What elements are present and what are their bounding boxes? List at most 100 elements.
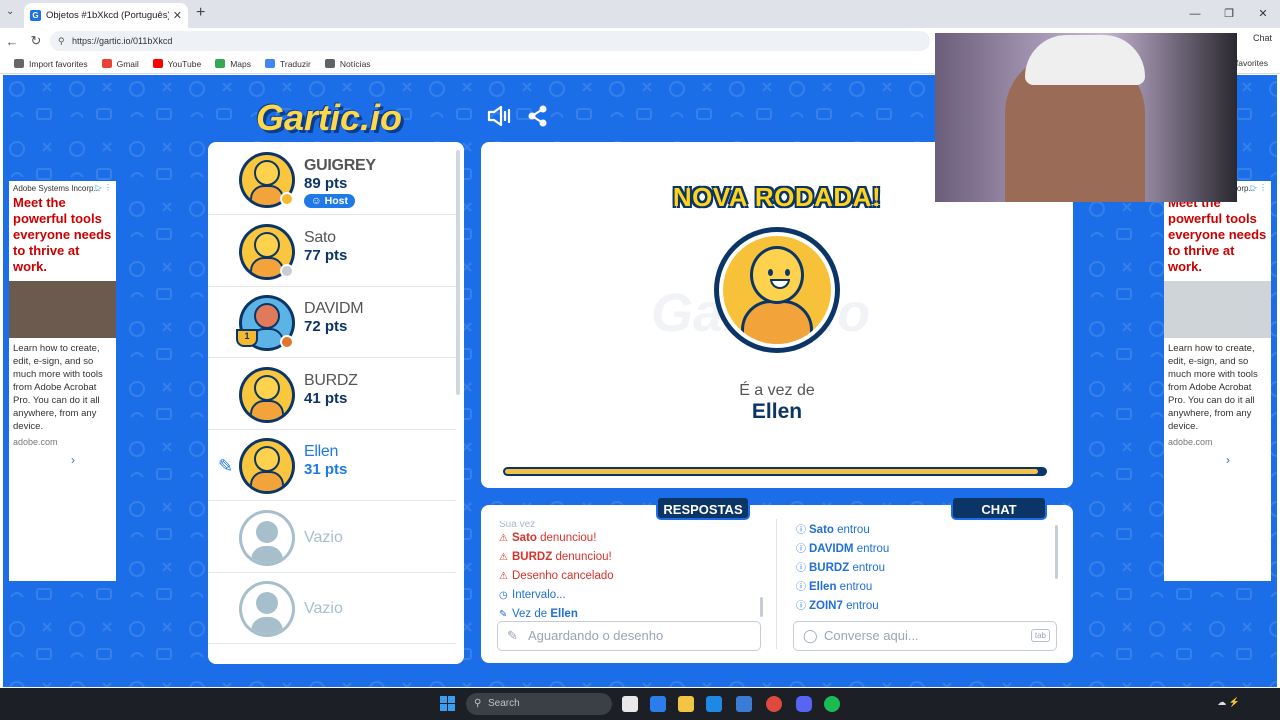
bookmark-icon bbox=[101, 59, 112, 68]
player-row[interactable]: BURDZ 41 pts bbox=[208, 359, 456, 430]
bookmark-item[interactable]: Import favorites bbox=[14, 59, 88, 69]
chat-text: entrou bbox=[833, 524, 870, 536]
player-points: 77 pts bbox=[304, 246, 348, 264]
right-ad[interactable]: ▷ ⋮ Adobe Systems Incorp... Meet the pow… bbox=[1164, 181, 1271, 581]
task-view-icon[interactable] bbox=[622, 696, 638, 712]
file-explorer-icon[interactable] bbox=[678, 696, 694, 712]
browser-chat-button[interactable]: Chat bbox=[1253, 33, 1272, 43]
log-player: Sato bbox=[512, 532, 537, 544]
bookmark-label: Import favorites bbox=[29, 58, 88, 69]
chat-log-row: ⓘ ZOIN7 entrou bbox=[796, 597, 1056, 616]
edge-icon[interactable] bbox=[706, 696, 722, 712]
host-badge: ☺ Host bbox=[304, 194, 355, 208]
bookmark-item[interactable]: Gmail bbox=[101, 59, 139, 69]
pencil-icon: ✎ bbox=[507, 628, 518, 643]
chat-text: entrou bbox=[836, 581, 873, 593]
player-name: Sato bbox=[304, 228, 336, 246]
taskbar-search[interactable]: ⚲ Search bbox=[466, 693, 612, 715]
log-text: Desenho cancelado bbox=[512, 570, 614, 582]
answers-tab[interactable]: RESPOSTAS bbox=[656, 496, 750, 520]
player-name: BURDZ bbox=[304, 371, 358, 389]
player-row[interactable]: Sato 77 pts bbox=[208, 216, 456, 287]
share-icon[interactable] bbox=[527, 105, 549, 127]
player-row[interactable]: ✎ Ellen 31 pts bbox=[208, 430, 456, 501]
bookmark-icon bbox=[324, 59, 335, 68]
player-status-dot bbox=[280, 192, 294, 206]
timer-fill bbox=[505, 469, 1039, 474]
minimize-icon[interactable]: — bbox=[1178, 0, 1212, 28]
players-scrollbar[interactable] bbox=[456, 150, 460, 395]
adchoices-icon[interactable]: ▷ ⋮ bbox=[1251, 183, 1267, 192]
store-icon[interactable] bbox=[736, 696, 752, 712]
log-text: Vez de bbox=[512, 608, 551, 620]
streamer-cap bbox=[1025, 35, 1145, 85]
ad-headline: Meet the powerful tools everyone needs t… bbox=[1168, 195, 1267, 274]
browser-tab[interactable]: G Objetos #1bXkcd (Português) ✕ bbox=[24, 3, 188, 28]
bookmark-item[interactable]: Notícias bbox=[324, 59, 371, 69]
player-row[interactable]: 1 DAVIDM 72 pts bbox=[208, 287, 456, 358]
widgets-icon[interactable] bbox=[650, 696, 666, 712]
bookmark-label: Traduzir bbox=[279, 58, 311, 69]
ad-domain: adobe.com bbox=[13, 437, 58, 447]
turn-player-name: Ellen bbox=[751, 400, 803, 423]
other-favorites[interactable]: favorites bbox=[1236, 58, 1268, 68]
info-icon: ⓘ bbox=[796, 582, 806, 593]
chat-player: DAVIDM bbox=[809, 543, 854, 555]
player-name: Ellen bbox=[304, 443, 339, 460]
player-row[interactable]: Vazio bbox=[208, 502, 456, 573]
log-icon: ⚠ bbox=[499, 552, 508, 563]
ad-body: Learn how to create, edit, e-sign, and s… bbox=[13, 343, 103, 432]
site-info-icon[interactable]: ⚲ bbox=[58, 31, 65, 51]
chat-input[interactable]: ◯ Converse aqui... tab bbox=[793, 621, 1057, 651]
player-row[interactable]: Vazio bbox=[208, 573, 456, 644]
player-status-dot bbox=[280, 335, 294, 349]
windows-start-icon[interactable] bbox=[440, 696, 456, 712]
discord-icon[interactable] bbox=[796, 696, 812, 712]
spotify-icon[interactable] bbox=[824, 696, 840, 712]
answer-placeholder: Aguardando o desenho bbox=[528, 628, 664, 643]
bookmark-label: YouTube bbox=[167, 58, 202, 69]
ad-domain: adobe.com bbox=[1168, 437, 1213, 447]
info-icon: ⓘ bbox=[796, 544, 806, 555]
player-row[interactable]: GUIGREY 89 pts ☺ Host bbox=[208, 144, 456, 215]
bookmark-item[interactable]: YouTube bbox=[152, 58, 202, 69]
player-name: DAVIDM bbox=[304, 300, 364, 317]
chat-player: ZOIN7 bbox=[809, 600, 843, 612]
player-points: 72 pts bbox=[304, 318, 348, 335]
system-tray[interactable]: ☁ ⚡ bbox=[1217, 697, 1240, 708]
tab-search-icon[interactable]: ⌄ bbox=[6, 6, 14, 17]
chrome-icon[interactable] bbox=[766, 696, 782, 712]
left-ad[interactable]: ▷ ⋮ Adobe Systems Incorp... Meet the pow… bbox=[9, 181, 116, 581]
log-text: denunciou! bbox=[536, 532, 597, 544]
ad-image bbox=[1164, 281, 1271, 338]
address-bar[interactable]: ⚲ https://gartic.io/011bXkcd bbox=[50, 31, 930, 51]
adchoices-icon[interactable]: ▷ ⋮ bbox=[96, 183, 112, 192]
answers-scrollbar[interactable] bbox=[760, 597, 763, 617]
restore-icon[interactable]: ❐ bbox=[1212, 0, 1246, 28]
answer-log-row: ⚠ Sato denunciou! bbox=[499, 529, 759, 548]
answer-input[interactable]: ✎ Aguardando o desenho bbox=[497, 621, 761, 651]
close-window-icon[interactable]: ✕ bbox=[1246, 0, 1280, 28]
chat-scrollbar[interactable] bbox=[1055, 525, 1058, 579]
logo-suffix: .io bbox=[360, 97, 403, 138]
chat-text: entrou bbox=[842, 600, 879, 612]
panel-divider bbox=[776, 519, 777, 649]
player-points: 31 pts bbox=[304, 461, 348, 478]
new-tab-icon[interactable]: + bbox=[196, 4, 205, 22]
sound-icon[interactable] bbox=[487, 105, 513, 127]
close-tab-icon[interactable]: ✕ bbox=[173, 9, 182, 22]
answer-log-row: ◷ Intervalo... bbox=[499, 586, 759, 605]
chat-tab[interactable]: CHAT bbox=[951, 496, 1047, 520]
back-icon[interactable]: ← bbox=[0, 34, 24, 49]
trophy-icon: 1 bbox=[236, 329, 258, 347]
bookmark-item[interactable]: Maps bbox=[215, 59, 251, 69]
ad-arrow-icon[interactable]: › bbox=[1164, 451, 1271, 467]
windows-taskbar: ⚲ Search ☁ ⚡ bbox=[0, 688, 1280, 720]
bookmark-item[interactable]: Traduzir bbox=[264, 58, 311, 69]
player-points: 89 pts bbox=[304, 175, 348, 192]
chat-player: Ellen bbox=[809, 581, 837, 593]
reload-icon[interactable]: ↻ bbox=[24, 33, 48, 49]
ad-arrow-icon[interactable]: › bbox=[9, 451, 116, 467]
chat-bubble-icon: ◯ bbox=[803, 628, 818, 643]
faded-row: Sua vez bbox=[499, 521, 536, 529]
